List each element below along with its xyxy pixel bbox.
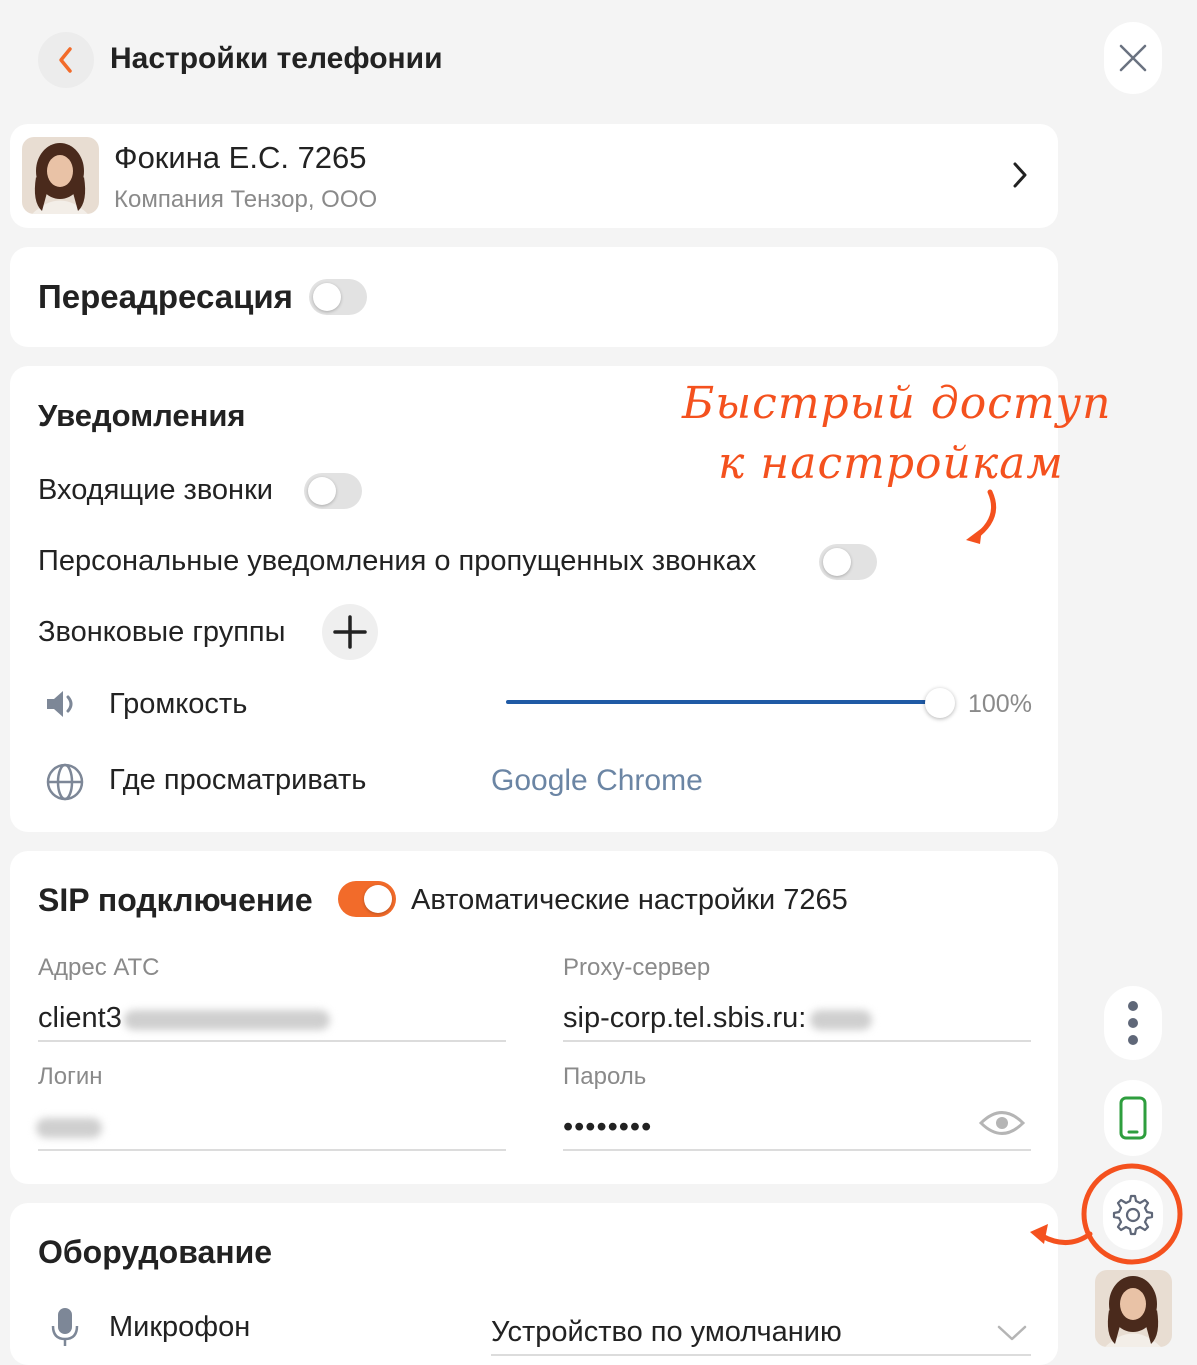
- microphone-underline: [491, 1354, 1031, 1356]
- pbx-address-input[interactable]: client3: [38, 1002, 122, 1035]
- phone-button[interactable]: [1104, 1080, 1162, 1156]
- incoming-calls-label: Входящие звонки: [38, 474, 273, 506]
- close-button[interactable]: [1104, 22, 1162, 94]
- notifications-card: [10, 366, 1058, 832]
- more-vertical-icon: [1128, 1001, 1138, 1045]
- more-button[interactable]: [1104, 986, 1162, 1060]
- eye-icon[interactable]: [978, 1108, 1026, 1143]
- forwarding-label: Переадресация: [38, 278, 293, 315]
- sip-auto-toggle[interactable]: [338, 881, 396, 917]
- chevron-left-icon: [59, 47, 72, 73]
- forwarding-toggle[interactable]: [309, 279, 367, 315]
- personal-missed-toggle[interactable]: [819, 544, 877, 580]
- plus-icon: [333, 615, 367, 649]
- microphone-select[interactable]: Устройство по умолчанию: [491, 1316, 842, 1349]
- globe-icon: [45, 762, 85, 807]
- sip-auto-label: Автоматические настройки 7265: [411, 884, 848, 916]
- phone-icon: [1119, 1096, 1147, 1140]
- chevron-down-icon[interactable]: [996, 1324, 1028, 1347]
- user-avatar[interactable]: [1095, 1270, 1172, 1347]
- equipment-title: Оборудование: [38, 1234, 273, 1270]
- user-avatar: [22, 137, 99, 214]
- microphone-label: Микрофон: [109, 1311, 251, 1343]
- speaker-icon: [44, 686, 80, 727]
- password-underline: [563, 1149, 1031, 1151]
- volume-slider-handle[interactable]: [925, 688, 955, 718]
- annotation-circle-icon: [1030, 1163, 1183, 1265]
- notifications-title: Уведомления: [38, 398, 246, 433]
- password-label: Пароль: [563, 1063, 647, 1090]
- call-groups-label: Звонковые группы: [38, 616, 286, 648]
- login-input[interactable]: [36, 1118, 102, 1138]
- where-view-value[interactable]: Google Chrome: [491, 764, 703, 798]
- login-underline: [38, 1149, 506, 1151]
- login-label: Логин: [38, 1063, 103, 1090]
- back-button[interactable]: [38, 32, 94, 88]
- chevron-right-icon[interactable]: [1010, 160, 1030, 195]
- volume-label: Громкость: [109, 688, 248, 720]
- password-input[interactable]: ••••••••: [563, 1111, 652, 1144]
- add-call-group-button[interactable]: [322, 604, 378, 660]
- annotation-text: Быстрый доступ: [682, 378, 1112, 429]
- pbx-address-label: Адрес АТС: [38, 954, 160, 981]
- pbx-address-underline: [38, 1040, 506, 1042]
- close-icon: [1119, 44, 1147, 72]
- personal-missed-label: Персональные уведомления о пропущенных з…: [38, 545, 757, 577]
- user-name: Фокина Е.С. 7265: [114, 140, 367, 175]
- volume-value: 100%: [968, 690, 1032, 718]
- page-title: Настройки телефонии: [110, 42, 443, 75]
- sip-title: SIP подключение: [38, 882, 313, 918]
- redacted-text: [810, 1010, 872, 1030]
- annotation-arrow-icon: [966, 489, 996, 544]
- user-company: Компания Тензор, ООО: [114, 186, 378, 213]
- incoming-calls-toggle[interactable]: [304, 473, 362, 509]
- proxy-input[interactable]: sip-corp.tel.sbis.ru:: [563, 1002, 806, 1035]
- annotation-text: к настройкам: [718, 438, 1064, 489]
- microphone-icon: [50, 1306, 80, 1353]
- proxy-underline: [563, 1040, 1031, 1042]
- volume-slider-track[interactable]: [506, 700, 938, 704]
- where-view-label: Где просматривать: [109, 764, 367, 796]
- proxy-label: Proxy-сервер: [563, 954, 711, 981]
- redacted-text: [124, 1010, 330, 1030]
